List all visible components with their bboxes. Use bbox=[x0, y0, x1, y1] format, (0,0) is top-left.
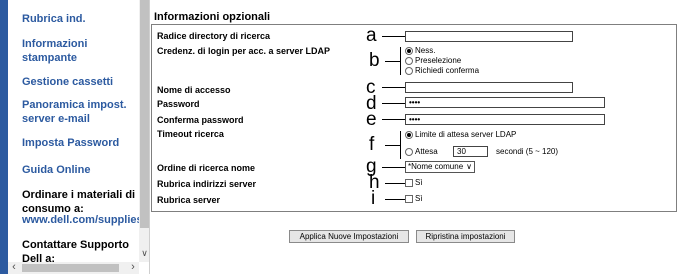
scroll-left-arrow-icon[interactable]: ‹ bbox=[8, 262, 20, 274]
server-address-book-yes-label: Sì bbox=[415, 178, 423, 187]
callout-c-line bbox=[382, 87, 405, 88]
order-supplies-heading: Ordinare i materiali di consumo a: bbox=[22, 189, 136, 215]
login-name-label: Nome di accesso bbox=[157, 85, 231, 95]
scroll-right-arrow-icon[interactable]: › bbox=[127, 262, 139, 274]
credential-option-ask-label: Richiedi conferma bbox=[415, 66, 480, 75]
callout-e: e bbox=[366, 109, 377, 130]
server-phonebook-label: Rubrica server bbox=[157, 195, 221, 205]
name-search-order-select[interactable]: *Nome comune ∨ bbox=[405, 161, 475, 173]
password-input[interactable]: •••• bbox=[405, 97, 605, 108]
search-timeout-label: Timeout ricerca bbox=[157, 129, 224, 139]
sidebar: Rubrica ind. Informazioni stampante Gest… bbox=[0, 0, 150, 274]
horizontal-scroll-thumb[interactable] bbox=[22, 264, 119, 272]
scroll-down-arrow-icon[interactable]: ∨ bbox=[139, 246, 149, 260]
callout-a-line bbox=[382, 36, 405, 37]
credential-radio-ask[interactable] bbox=[405, 67, 413, 75]
search-root-label: Radice directory di ricerca bbox=[157, 31, 271, 41]
order-supplies-link[interactable]: www.dell.com/supplies bbox=[22, 213, 149, 227]
search-root-input[interactable] bbox=[405, 31, 573, 42]
timeout-server-limit-label: Limite di attesa server LDAP bbox=[415, 130, 517, 139]
apply-settings-button[interactable]: Applica Nuove Impostazioni bbox=[289, 230, 409, 243]
callout-h-line bbox=[385, 183, 405, 184]
credential-radio-preset[interactable] bbox=[405, 57, 413, 65]
password-label: Password bbox=[157, 99, 200, 109]
reset-settings-button[interactable]: Ripristina impostazioni bbox=[416, 230, 515, 243]
sidebar-horizontal-scrollbar[interactable]: ‹ › bbox=[8, 262, 139, 274]
sidebar-accent-bar bbox=[0, 0, 8, 274]
name-search-order-label: Ordine di ricerca nome bbox=[157, 163, 256, 173]
timeout-wait-label: Attesa bbox=[415, 147, 438, 156]
callout-g-line bbox=[382, 167, 405, 168]
callout-a: a bbox=[366, 25, 377, 46]
name-search-order-value: *Nome comune bbox=[408, 162, 464, 171]
callout-b-line bbox=[385, 61, 400, 62]
credential-option-none-label: Ness. bbox=[415, 46, 436, 55]
callout-b: b bbox=[369, 50, 380, 71]
timeout-unit-label: secondi (5 ~ 120) bbox=[496, 147, 559, 156]
server-phonebook-yes-label: Sì bbox=[415, 194, 423, 203]
confirm-password-input[interactable]: •••• bbox=[405, 114, 605, 125]
callout-f: f bbox=[369, 134, 375, 155]
callout-i-line bbox=[385, 199, 405, 200]
confirm-password-label: Conferma password bbox=[157, 115, 244, 125]
vertical-scroll-thumb[interactable] bbox=[140, 0, 149, 228]
login-name-input[interactable] bbox=[405, 82, 573, 93]
credential-radio-none[interactable] bbox=[405, 47, 413, 55]
server-address-book-label: Rubrica indirizzi server bbox=[157, 179, 257, 189]
sidebar-link-set-password[interactable]: Imposta Password bbox=[22, 136, 140, 150]
callout-f-line bbox=[385, 145, 400, 146]
server-address-book-checkbox[interactable] bbox=[405, 179, 413, 187]
callout-b-bracket bbox=[400, 47, 401, 75]
login-credentials-label: Credenz. di login per acc. a server LDAP bbox=[157, 46, 331, 56]
sidebar-link-email-server-overview[interactable]: Panoramica impost. server e-mail bbox=[22, 98, 140, 126]
credential-option-preset-label: Preselezione bbox=[415, 56, 462, 65]
sidebar-vertical-scrollbar[interactable] bbox=[139, 0, 149, 262]
server-phonebook-checkbox[interactable] bbox=[405, 195, 413, 203]
section-title: Informazioni opzionali bbox=[154, 11, 271, 23]
timeout-radio-server-limit[interactable] bbox=[405, 131, 413, 139]
timeout-radio-wait[interactable] bbox=[405, 148, 413, 156]
callout-i: i bbox=[371, 188, 376, 209]
chevron-down-icon: ∨ bbox=[466, 162, 472, 171]
callout-f-bracket bbox=[400, 131, 401, 159]
sidebar-link-tray-management[interactable]: Gestione cassetti bbox=[22, 75, 140, 89]
callout-d-line bbox=[382, 103, 405, 104]
sidebar-link-printer-info[interactable]: Informazioni stampante bbox=[22, 37, 140, 65]
sidebar-link-address-book[interactable]: Rubrica ind. bbox=[22, 12, 140, 26]
timeout-seconds-input[interactable]: 30 bbox=[453, 146, 488, 157]
sidebar-link-online-help[interactable]: Guida Online bbox=[22, 163, 140, 177]
callout-e-line bbox=[382, 119, 405, 120]
